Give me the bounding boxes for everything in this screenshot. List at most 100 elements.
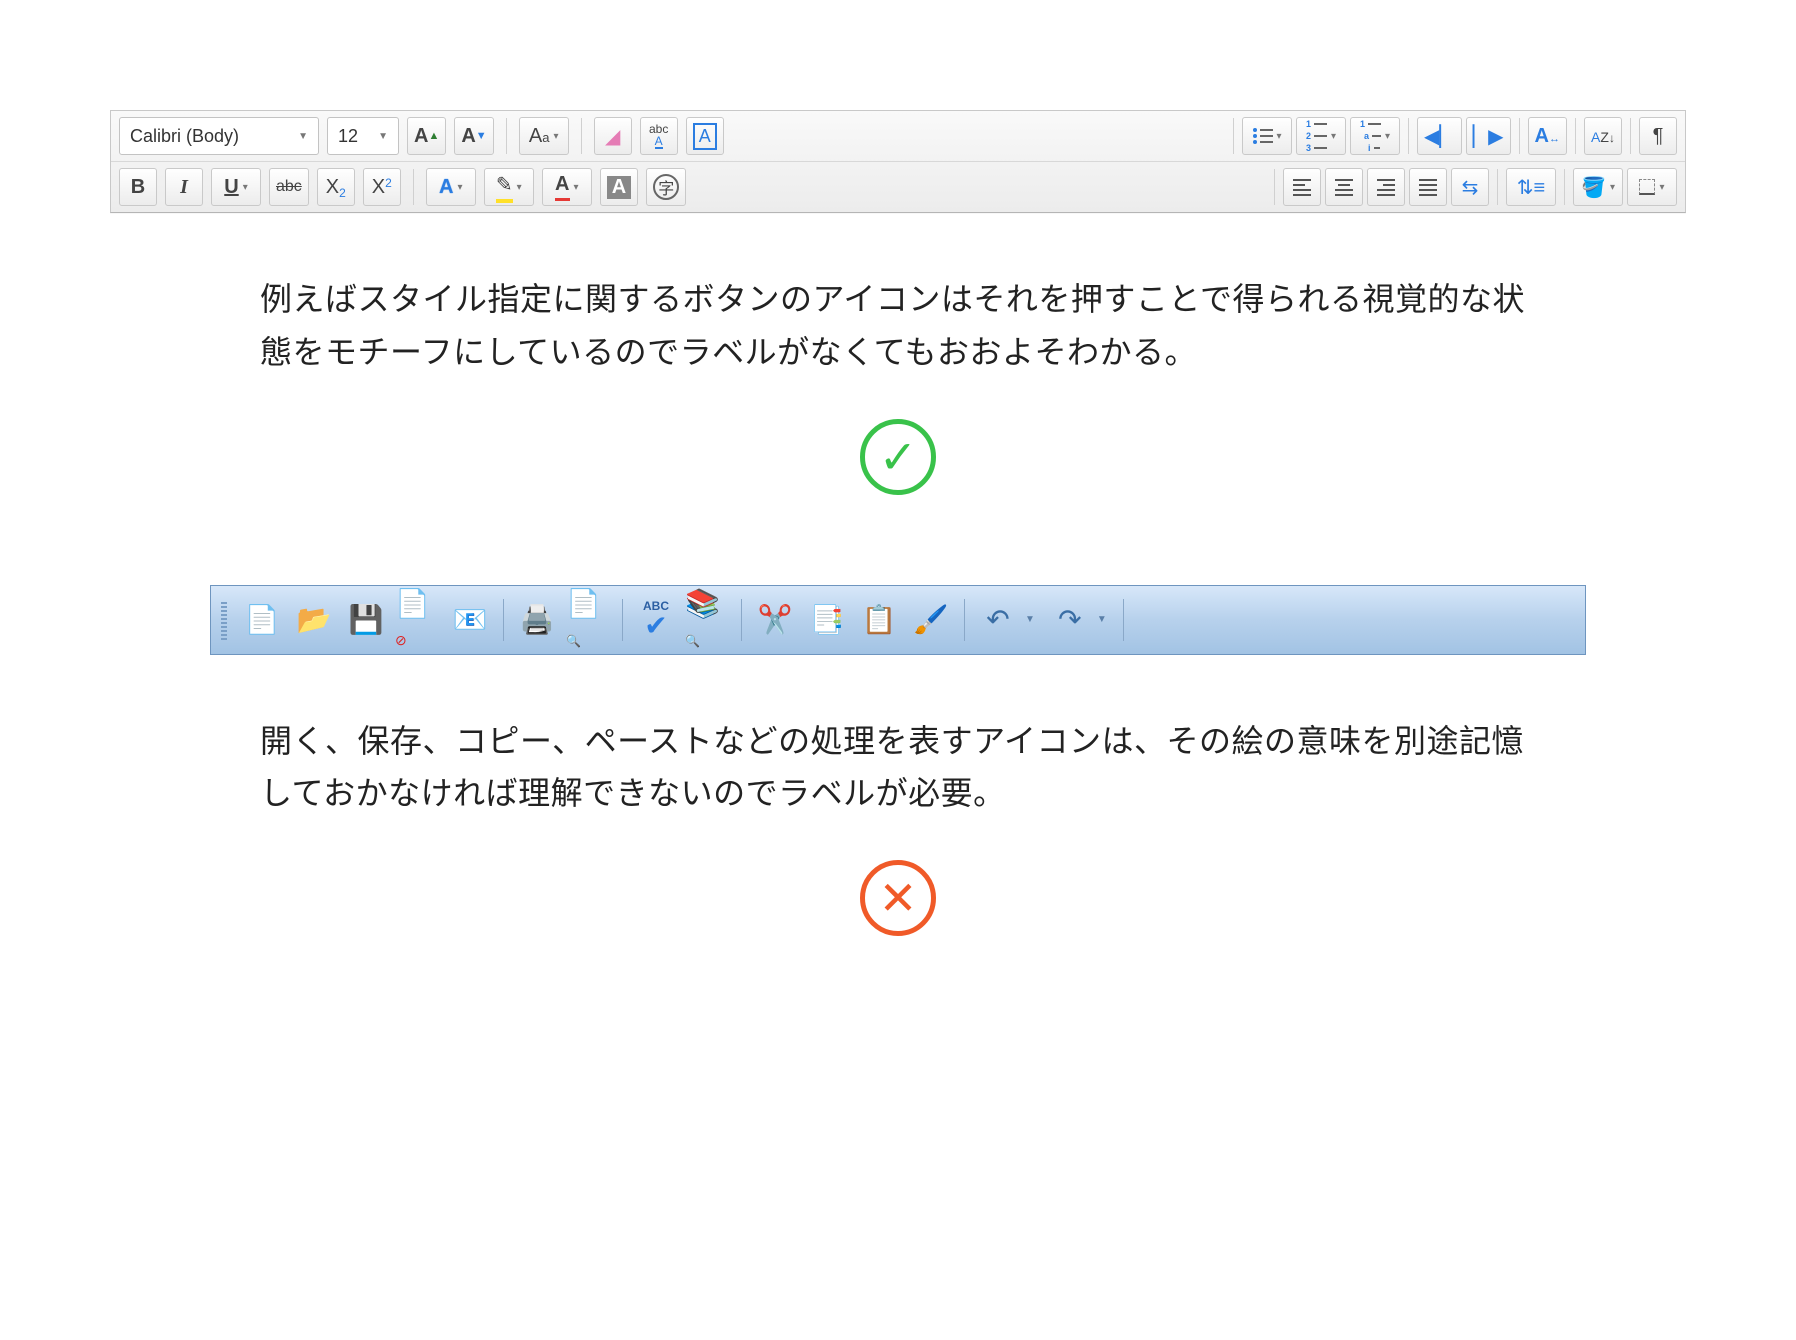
- separator: [581, 118, 582, 154]
- open-button[interactable]: 📂: [291, 597, 337, 643]
- change-case-button[interactable]: Aa ▾: [519, 117, 569, 155]
- scissors-icon: ✂️: [758, 603, 793, 636]
- font-color-icon: A: [555, 173, 569, 201]
- undo-button[interactable]: ↶: [975, 597, 1021, 643]
- bold-icon: B: [131, 176, 145, 199]
- open-folder-icon: 📂: [297, 603, 332, 636]
- decrease-indent-button[interactable]: ◀▏: [1417, 117, 1462, 155]
- align-right-icon: [1377, 179, 1395, 196]
- enclose-characters-button[interactable]: 字: [646, 168, 686, 206]
- email-icon: 📧: [453, 603, 488, 636]
- enclose-characters-icon: 字: [653, 174, 679, 200]
- separator: [622, 599, 623, 641]
- sort-icon: AZ↓: [1591, 125, 1615, 148]
- align-center-button[interactable]: [1325, 168, 1363, 206]
- print-button[interactable]: 🖨️: [514, 597, 560, 643]
- borders-button[interactable]: ▾: [1627, 168, 1677, 206]
- spell-check-button[interactable]: ABC✔: [633, 597, 679, 643]
- bold-button[interactable]: B: [119, 168, 157, 206]
- example1-caption: 例えばスタイル指定に関するボタンのアイコンはそれを押すことで得られる視覚的な状態…: [260, 273, 1536, 379]
- pilcrow-icon: ¶: [1653, 125, 1664, 148]
- line-spacing-button[interactable]: ⇅≡: [1506, 168, 1556, 206]
- permission-icon: 📄⊘: [395, 587, 441, 652]
- underline-icon: U: [224, 176, 238, 199]
- copy-button[interactable]: 📑: [804, 597, 850, 643]
- shading-button[interactable]: 🪣 ▾: [1573, 168, 1623, 206]
- new-document-button[interactable]: 📄: [239, 597, 285, 643]
- character-shading-button[interactable]: A: [600, 168, 638, 206]
- standard-toolbar: 📄 📂 💾 📄⊘ 📧 🖨️ 📄🔍 ABC✔ 📚🔍: [210, 585, 1586, 655]
- font-color-button[interactable]: A ▾: [542, 168, 592, 206]
- show-paragraph-marks-button[interactable]: ¶: [1639, 117, 1677, 155]
- align-left-button[interactable]: [1283, 168, 1321, 206]
- redo-icon: ↷: [1058, 603, 1081, 636]
- redo-button[interactable]: ↷: [1047, 597, 1093, 643]
- format-painter-button[interactable]: 🖌️: [908, 597, 954, 643]
- change-case-icon: Aa: [529, 125, 550, 148]
- italic-button[interactable]: I: [165, 168, 203, 206]
- separator: [1497, 169, 1498, 205]
- checkmark-icon: ✓: [860, 419, 936, 495]
- redo-dropdown[interactable]: ▼: [1097, 614, 1107, 625]
- new-document-icon: 📄: [245, 603, 280, 636]
- spell-check-icon: ABC✔: [643, 600, 669, 640]
- highlight-button[interactable]: ✎ ▾: [484, 168, 534, 206]
- decrease-font-size-button[interactable]: A▼: [454, 117, 493, 155]
- align-left-icon: [1293, 179, 1311, 196]
- subscript-button[interactable]: X2: [317, 168, 355, 206]
- distributed-icon: ⇆: [1462, 175, 1479, 200]
- email-button[interactable]: 📧: [447, 597, 493, 643]
- research-icon: 📚🔍: [685, 587, 731, 652]
- formatting-toolbar: Calibri (Body) ▼ 12 ▼ A▲ A▼ Aa ▾ ◢: [110, 110, 1686, 213]
- status-good: ✓: [0, 419, 1796, 495]
- phonetic-guide-icon: abc A: [649, 123, 668, 149]
- sort-button[interactable]: AZ↓: [1584, 117, 1622, 155]
- undo-dropdown[interactable]: ▼: [1025, 614, 1035, 625]
- subscript-icon: X2: [326, 176, 346, 199]
- permission-button[interactable]: 📄⊘: [395, 597, 441, 643]
- text-effects-button[interactable]: A ▾: [426, 168, 476, 206]
- increase-indent-icon: ▏▶: [1473, 124, 1504, 149]
- dropdown-icon: ▼: [378, 131, 388, 142]
- separator: [1564, 169, 1565, 205]
- cross-icon: ✕: [860, 860, 936, 936]
- separator: [1630, 118, 1631, 154]
- borders-icon: [1639, 179, 1655, 195]
- separator: [741, 599, 742, 641]
- clear-formatting-button[interactable]: ◢: [594, 117, 632, 155]
- separator: [1408, 118, 1409, 154]
- underline-button[interactable]: U ▾: [211, 168, 261, 206]
- character-border-button[interactable]: A: [686, 117, 724, 155]
- bullet-list-button[interactable]: ▾: [1242, 117, 1292, 155]
- superscript-button[interactable]: X2: [363, 168, 401, 206]
- justify-button[interactable]: [1409, 168, 1447, 206]
- text-direction-button[interactable]: A↔: [1528, 117, 1567, 155]
- cut-button[interactable]: ✂️: [752, 597, 798, 643]
- align-right-button[interactable]: [1367, 168, 1405, 206]
- format-painter-icon: 🖌️: [914, 603, 949, 636]
- toolbar-handle[interactable]: [221, 600, 227, 640]
- numbered-list-button[interactable]: 1 2 3 ▾: [1296, 117, 1346, 155]
- multilevel-list-button[interactable]: 1 a i ▾: [1350, 117, 1400, 155]
- dropdown-icon: ▼: [298, 131, 308, 142]
- superscript-icon: X2: [372, 176, 392, 199]
- toolbar-row-2: B I U ▾ abc X2 X2 A ▾: [111, 161, 1685, 212]
- strikethrough-button[interactable]: abc: [269, 168, 309, 206]
- separator: [413, 169, 414, 205]
- print-preview-button[interactable]: 📄🔍: [566, 597, 612, 643]
- distributed-button[interactable]: ⇆: [1451, 168, 1489, 206]
- font-family-select[interactable]: Calibri (Body) ▼: [119, 117, 319, 155]
- font-size-select[interactable]: 12 ▼: [327, 117, 399, 155]
- character-border-icon: A: [693, 123, 717, 150]
- increase-indent-button[interactable]: ▏▶: [1466, 117, 1511, 155]
- increase-font-size-button[interactable]: A▲: [407, 117, 446, 155]
- decrease-indent-icon: ◀▏: [1424, 124, 1455, 149]
- phonetic-guide-button[interactable]: abc A: [640, 117, 678, 155]
- research-button[interactable]: 📚🔍: [685, 597, 731, 643]
- separator: [1575, 118, 1576, 154]
- justify-icon: [1419, 179, 1437, 196]
- paste-button[interactable]: 📋: [856, 597, 902, 643]
- example2-caption: 開く、保存、コピー、ペーストなどの処理を表すアイコンは、その絵の意味を別途記憶し…: [260, 715, 1536, 821]
- undo-icon: ↶: [986, 603, 1009, 636]
- save-button[interactable]: 💾: [343, 597, 389, 643]
